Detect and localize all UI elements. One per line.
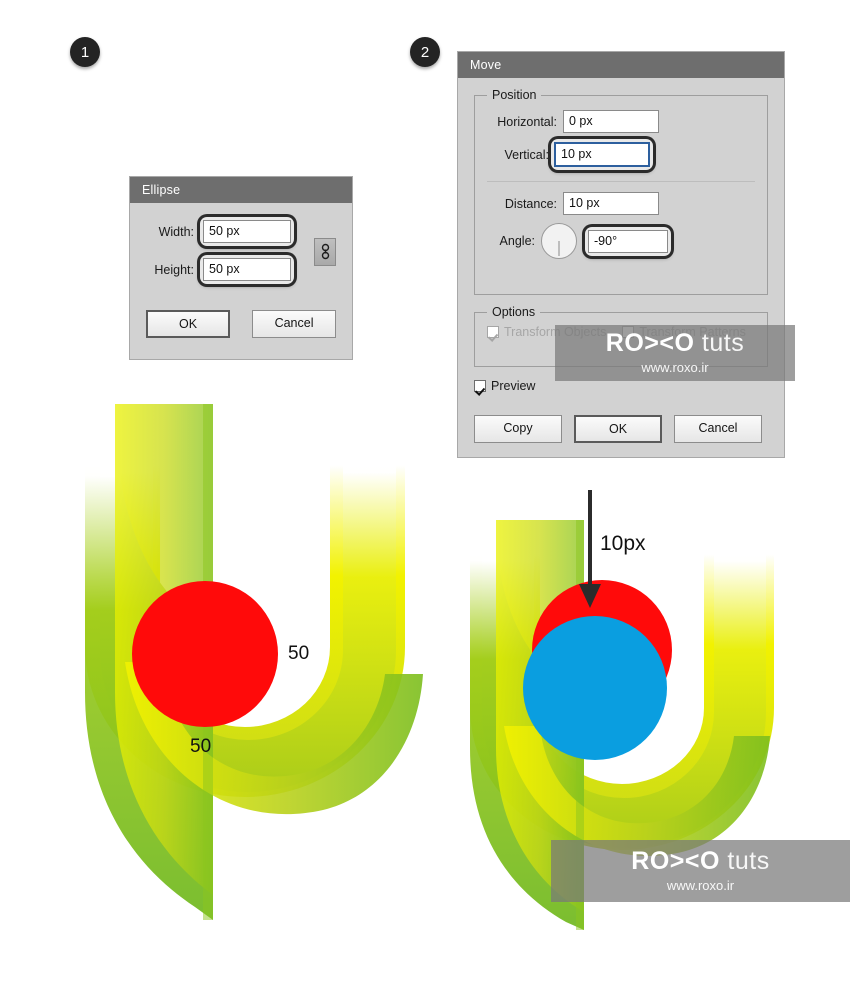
watermark-top: RO><O tuts www.roxo.ir — [555, 325, 795, 381]
distance-row: Distance: 10 px — [487, 192, 755, 215]
ellipse-width-row: Width: 50 px — [146, 217, 306, 246]
vertical-input[interactable]: 10 px — [554, 142, 650, 167]
position-group: Position Horizontal: 0 px Vertical: 10 p… — [474, 88, 768, 295]
watermark-bottom-brand-bold: RO><O — [631, 847, 720, 875]
move-cancel-button[interactable]: Cancel — [674, 415, 762, 443]
preview-checkbox[interactable]: Preview — [474, 379, 768, 393]
ellipse-width-input[interactable]: 50 px — [203, 220, 291, 243]
red-circle-left — [132, 581, 278, 727]
watermark-top-brand-light: tuts — [701, 329, 745, 357]
position-group-legend: Position — [492, 88, 537, 102]
offset-annotation-label: 10px — [600, 532, 646, 555]
position-divider — [487, 181, 755, 182]
watermark-top-url: www.roxo.ir — [641, 360, 709, 375]
watermark-bottom-brand: RO><O tuts — [551, 849, 850, 874]
horizontal-input[interactable]: 0 px — [563, 110, 659, 133]
ellipse-height-label: Height: — [154, 262, 194, 277]
options-group-legend: Options — [492, 305, 536, 319]
vertical-row: Vertical: 10 px — [487, 139, 755, 170]
angle-dial[interactable] — [541, 223, 577, 259]
move-dialog-button-row: Copy OK Cancel — [474, 415, 768, 443]
ellipse-width-label: Width: — [158, 224, 194, 239]
watermark-bottom: RO><O tuts www.roxo.ir — [551, 840, 850, 902]
horizontal-label: Horizontal: — [497, 114, 557, 129]
distance-label: Distance: — [504, 196, 557, 211]
angle-input[interactable]: -90° — [588, 229, 668, 253]
move-dialog-titlebar: Move — [458, 52, 784, 78]
ellipse-dialog-body: Width: 50 px Height: 50 px OK Cancel — [130, 203, 352, 352]
ellipse-width-field-ring: 50 px — [200, 217, 294, 246]
distance-input[interactable]: 10 px — [563, 192, 659, 215]
move-dialog-title: Move — [470, 58, 502, 72]
move-dialog-body: Position Horizontal: 0 px Vertical: 10 p… — [458, 78, 784, 455]
step-badge-1-number: 1 — [80, 43, 90, 61]
step-badge-2: 2 — [410, 37, 440, 67]
constrain-proportions-button[interactable] — [314, 237, 336, 266]
height-annotation-label: 50 — [190, 736, 212, 757]
ellipse-ok-button[interactable]: OK — [146, 310, 231, 338]
ellipse-height-field-ring: 50 px — [200, 255, 294, 284]
vertical-field-ring: 10 px — [551, 139, 653, 170]
blue-circle-right — [523, 616, 667, 760]
move-dialog: Move Position Horizontal: 0 px Vertical:… — [457, 51, 785, 458]
move-copy-button[interactable]: Copy — [474, 415, 562, 443]
ellipse-cancel-button[interactable]: Cancel — [252, 310, 336, 338]
horizontal-row: Horizontal: 0 px — [487, 110, 755, 133]
ellipse-height-row: Height: 50 px — [146, 255, 306, 284]
ellipse-dialog-titlebar: Ellipse — [130, 177, 352, 203]
watermark-top-brand-bold: RO><O — [605, 329, 695, 357]
width-annotation-label: 50 — [288, 643, 310, 664]
ellipse-height-input[interactable]: 50 px — [203, 258, 291, 281]
watermark-top-brand: RO><O tuts — [555, 331, 795, 356]
angle-row: Angle: -90° — [487, 223, 755, 259]
move-ok-button[interactable]: OK — [574, 415, 662, 443]
step-badge-2-number: 2 — [420, 43, 430, 61]
angle-label: Angle: — [499, 234, 535, 248]
preview-checkbox-box[interactable] — [474, 380, 486, 392]
watermark-bottom-brand-light: tuts — [727, 847, 770, 875]
ellipse-dialog: Ellipse Width: 50 px Height: 50 px OK Ca… — [129, 176, 353, 360]
transform-objects-checkbox-box — [487, 326, 499, 338]
angle-field-ring: -90° — [585, 226, 671, 256]
vertical-label: Vertical: — [504, 147, 549, 162]
watermark-bottom-url: www.roxo.ir — [666, 878, 735, 893]
preview-label: Preview — [491, 379, 536, 393]
step-badge-1: 1 — [70, 37, 100, 67]
chain-link-icon — [321, 243, 329, 260]
screenshot-canvas: 50 50 10px 1 Ellipse Width: 50 px Height… — [0, 0, 850, 1000]
illustration-left — [85, 402, 423, 920]
ellipse-dialog-title: Ellipse — [142, 183, 181, 197]
